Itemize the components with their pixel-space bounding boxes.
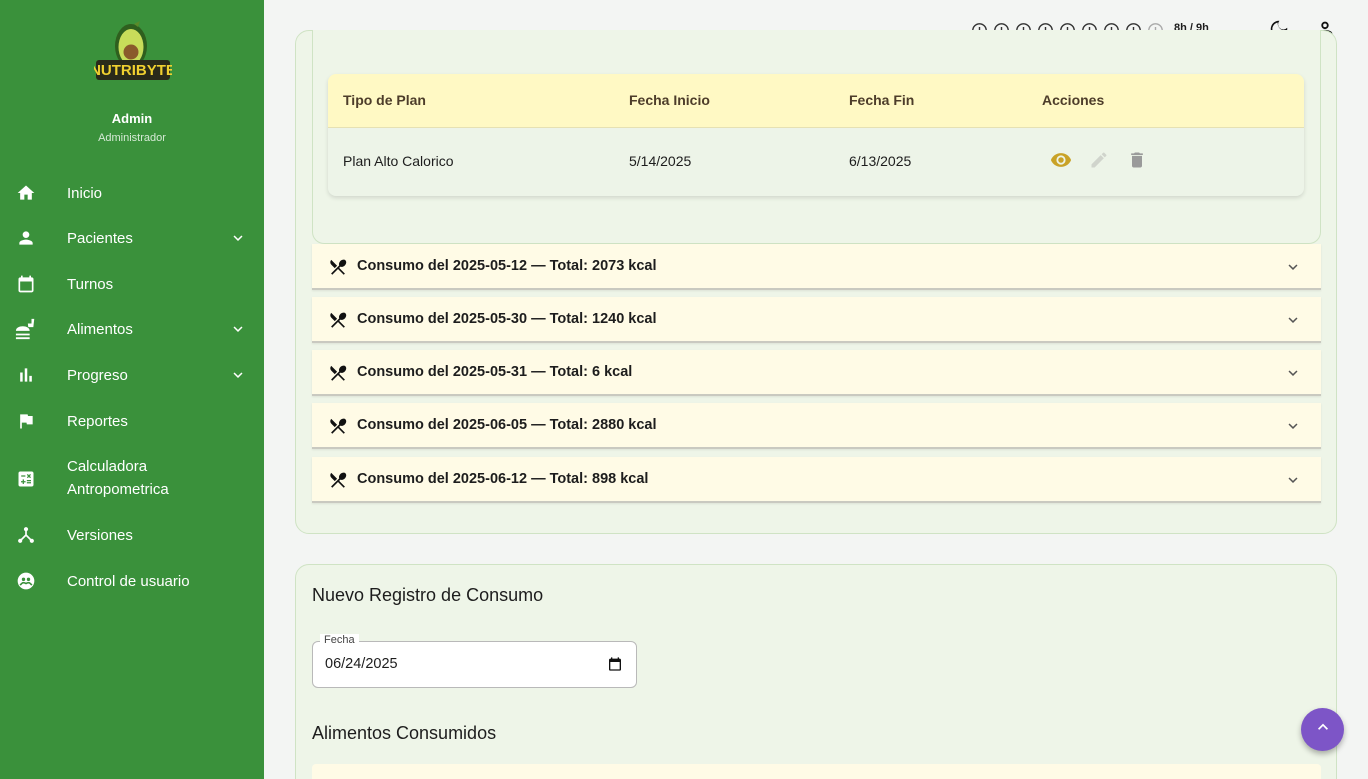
- sidebar-item-label-line1: Calculadora: [67, 458, 148, 475]
- sidebar-item-control-usuario[interactable]: Control de usuario: [0, 561, 264, 601]
- nuevo-registro-title: Nuevo Registro de Consumo: [312, 585, 544, 605]
- bar-chart-icon: [15, 364, 37, 386]
- chevron-down-icon[interactable]: [229, 229, 247, 247]
- chevron-down-icon: [1284, 417, 1302, 435]
- column-header: Tipo de Plan: [343, 92, 426, 108]
- calculator-icon: [15, 468, 37, 490]
- flag-icon: [15, 410, 37, 432]
- cell-tipo-plan: Plan Alto Calorico: [343, 153, 454, 169]
- eye-icon: [1050, 149, 1072, 176]
- sidebar-item-label: Turnos: [67, 275, 114, 293]
- consumo-accordion[interactable]: Consumo del 2025-05-31 — Total: 6 kcal: [312, 350, 1321, 396]
- sidebar-item-calculadora[interactable]: Calculadora Antropometrica: [0, 455, 264, 503]
- sidebar-item-inicio[interactable]: Inicio: [0, 173, 264, 213]
- sidebar-item-label: Versiones: [67, 526, 133, 544]
- user-control-icon: [15, 570, 37, 592]
- sidebar-item-label: Inicio: [67, 184, 103, 202]
- sidebar-item-versiones[interactable]: Versiones: [0, 515, 264, 555]
- user-name: Admin: [111, 111, 153, 126]
- alimentos-consumidos-title: Alimentos Consumidos: [312, 723, 497, 743]
- consumo-title: Consumo del 2025-06-12 — Total: 898 kcal: [357, 471, 649, 487]
- column-header: Fecha Inicio: [629, 92, 710, 108]
- trash-icon: [1127, 150, 1147, 175]
- sidebar-item-label: Progreso: [67, 366, 128, 384]
- chevron-down-icon: [1284, 258, 1302, 276]
- person-icon: [15, 227, 37, 249]
- chevron-up-icon: [1313, 717, 1333, 742]
- consumo-title: Consumo del 2025-06-05 — Total: 2880 kca…: [357, 417, 657, 433]
- chevron-down-icon: [1284, 311, 1302, 329]
- alimentos-list-top: [312, 764, 1321, 779]
- chevron-down-icon: [1284, 471, 1302, 489]
- fecha-label: Fecha: [320, 634, 359, 647]
- chevron-down-icon[interactable]: [229, 366, 247, 384]
- sidebar-item-progreso[interactable]: Progreso: [0, 355, 264, 395]
- calendar-picker-icon[interactable]: [607, 656, 623, 672]
- consumo-title: Consumo del 2025-05-31 — Total: 6 kcal: [357, 364, 633, 380]
- scroll-top-button[interactable]: [1301, 708, 1344, 751]
- sidebar-item-label: Pacientes: [67, 229, 133, 247]
- sidebar-item-label: Control de usuario: [67, 572, 190, 590]
- consumo-accordion[interactable]: Consumo del 2025-05-12 — Total: 2073 kca…: [312, 244, 1321, 290]
- consumo-accordion[interactable]: Consumo del 2025-05-30 — Total: 1240 kca…: [312, 297, 1321, 343]
- food-icon: [15, 318, 37, 340]
- plans-table: Tipo de Plan Fecha Inicio Fecha Fin Acci…: [328, 74, 1304, 196]
- home-icon: [15, 182, 37, 204]
- sidebar-item-pacientes[interactable]: Pacientes: [0, 218, 264, 258]
- consumo-title: Consumo del 2025-05-12 — Total: 2073 kca…: [357, 258, 657, 274]
- cell-fecha-inicio: 5/14/2025: [629, 153, 692, 169]
- restaurant-icon: [328, 470, 348, 490]
- merge-icon: [15, 524, 37, 546]
- table-header: Tipo de Plan Fecha Inicio Fecha Fin Acci…: [328, 74, 1304, 128]
- chevron-down-icon: [1284, 364, 1302, 382]
- column-header: Acciones: [1042, 92, 1105, 108]
- sidebar-item-label: Reportes: [67, 412, 128, 430]
- restaurant-icon: [328, 310, 348, 330]
- edit-button[interactable]: [1088, 151, 1110, 173]
- sidebar-item-label: Alimentos: [67, 320, 133, 338]
- delete-button[interactable]: [1126, 151, 1148, 173]
- view-button[interactable]: [1050, 151, 1072, 173]
- restaurant-icon: [328, 363, 348, 383]
- cell-fecha-fin: 6/13/2025: [849, 153, 912, 169]
- chevron-down-icon[interactable]: [229, 320, 247, 338]
- logo-text: NUTRIBYTE: [94, 62, 172, 79]
- restaurant-icon: [328, 416, 348, 436]
- consumo-accordion[interactable]: Consumo del 2025-06-05 — Total: 2880 kca…: [312, 403, 1321, 449]
- column-header: Fecha Fin: [849, 92, 915, 108]
- consumo-title: Consumo del 2025-05-30 — Total: 1240 kca…: [357, 311, 657, 327]
- calendar-icon: [15, 273, 37, 295]
- nutribyte-logo[interactable]: NUTRIBYTE: [90, 20, 176, 84]
- pencil-icon: [1089, 150, 1109, 175]
- sidebar-item-alimentos[interactable]: Alimentos: [0, 309, 264, 349]
- fecha-input-value[interactable]: 06/24/2025: [325, 656, 398, 672]
- user-role: Administrador: [98, 132, 166, 144]
- sidebar: NUTRIBYTE Admin Administrador Inicio Pac…: [0, 0, 264, 779]
- sidebar-item-reportes[interactable]: Reportes: [0, 401, 264, 441]
- sidebar-item-label-line2: Antropometrica: [67, 481, 169, 498]
- restaurant-icon: [328, 257, 348, 277]
- sidebar-item-turnos[interactable]: Turnos: [0, 264, 264, 304]
- consumo-accordion[interactable]: Consumo del 2025-06-12 — Total: 898 kcal: [312, 457, 1321, 503]
